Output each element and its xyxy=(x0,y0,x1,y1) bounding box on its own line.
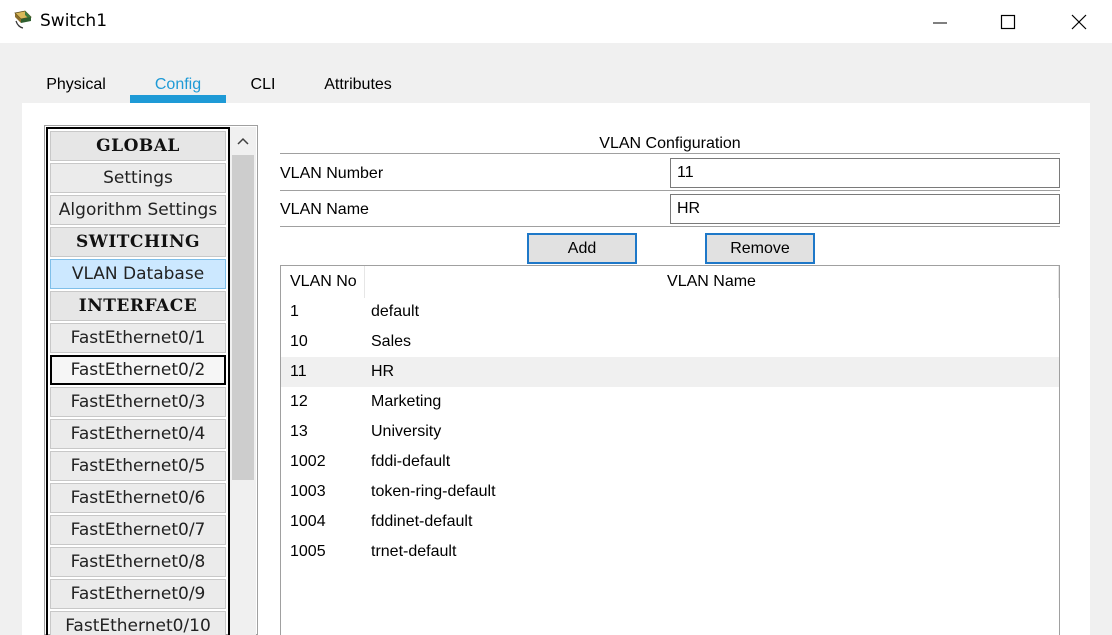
scroll-up-button[interactable] xyxy=(230,127,256,155)
vlan-no-cell: 10 xyxy=(290,333,308,350)
sidebar-item-fastethernet0-7[interactable]: FastEthernet0/7 xyxy=(50,515,226,545)
maximize-button[interactable] xyxy=(973,0,1043,43)
table-row[interactable]: 1002 fddi-default xyxy=(281,447,1059,477)
chevron-up-icon xyxy=(237,137,249,145)
window-title: Switch1 xyxy=(40,11,108,31)
sidebar-item-fastethernet0-8[interactable]: FastEthernet0/8 xyxy=(50,547,226,577)
sidebar-item-settings[interactable]: Settings xyxy=(50,163,226,193)
sidebar-item-fastethernet0-6[interactable]: FastEthernet0/6 xyxy=(50,483,226,513)
vlan-no-cell: 1003 xyxy=(290,483,326,500)
sidebar-header-switching[interactable]: SWITCHING xyxy=(50,227,226,257)
vlan-no-cell: 11 xyxy=(290,363,307,380)
sidebar-item-fastethernet0-4[interactable]: FastEthernet0/4 xyxy=(50,419,226,449)
vlan-no-cell: 1005 xyxy=(290,543,326,560)
table-row[interactable]: 13 University xyxy=(281,417,1059,447)
close-icon xyxy=(1071,14,1087,29)
sidebar-header-global[interactable]: GLOBAL xyxy=(50,131,226,161)
active-tab-indicator xyxy=(130,95,226,103)
table-row[interactable]: 1003 token-ring-default xyxy=(281,477,1059,507)
table-row[interactable]: 1005 trnet-default xyxy=(281,537,1059,567)
vlan-name-cell: default xyxy=(371,303,420,320)
table-row-selected[interactable]: 11 HR xyxy=(281,357,1059,387)
vlan-number-label: VLAN Number xyxy=(280,165,384,182)
vlan-number-input[interactable]: 11 xyxy=(670,158,1060,188)
tab-cli[interactable]: CLI xyxy=(240,66,286,103)
vlan-no-cell: 12 xyxy=(290,393,308,410)
vlan-table[interactable]: VLAN No VLAN Name 1 default 10 Sales 11 … xyxy=(280,265,1060,635)
vlan-no-cell: 1004 xyxy=(290,513,326,530)
sidebar-item-vlan-database[interactable]: VLAN Database xyxy=(50,259,226,289)
sidebar-item-fastethernet0-2[interactable]: FastEthernet0/2 xyxy=(50,355,226,385)
divider xyxy=(280,153,1060,154)
vlan-name-cell: Marketing xyxy=(371,393,442,410)
sidebar-item-fastethernet0-9[interactable]: FastEthernet0/9 xyxy=(50,579,226,609)
vlan-name-cell: fddi-default xyxy=(371,453,451,470)
table-row[interactable]: 1004 fddinet-default xyxy=(281,507,1059,537)
sidebar-item-fastethernet0-5[interactable]: FastEthernet0/5 xyxy=(50,451,226,481)
vlan-name-cell: token-ring-default xyxy=(371,483,496,500)
sidebar-item-fastethernet0-3[interactable]: FastEthernet0/3 xyxy=(50,387,226,417)
vlan-no-cell: 13 xyxy=(290,423,308,440)
vlan-name-input[interactable]: HR xyxy=(670,194,1060,224)
vlan-configuration-title: VLAN Configuration xyxy=(599,135,741,152)
add-button[interactable]: Add xyxy=(527,233,637,264)
divider xyxy=(280,226,1060,227)
sidebar-item-algorithm-settings[interactable]: Algorithm Settings xyxy=(50,195,226,225)
table-row[interactable]: 1 default xyxy=(281,297,1059,327)
vlan-name-cell: University xyxy=(371,423,442,440)
table-row[interactable]: 12 Marketing xyxy=(281,387,1059,417)
tab-attributes[interactable]: Attributes xyxy=(312,66,404,103)
divider xyxy=(280,190,1060,191)
table-row[interactable]: 10 Sales xyxy=(281,327,1059,357)
sidebar-item-fastethernet0-10[interactable]: FastEthernet0/10 xyxy=(50,611,226,635)
sidebar: GLOBAL Settings Algorithm Settings SWITC… xyxy=(46,127,230,635)
minimize-button[interactable] xyxy=(905,0,975,43)
vlan-name-cell: HR xyxy=(371,363,395,380)
vlan-name-cell: fddinet-default xyxy=(371,513,473,530)
minimize-icon xyxy=(933,22,947,23)
title-bar: Switch1 xyxy=(0,0,1112,43)
scrollbar-thumb[interactable] xyxy=(232,155,254,480)
vlan-no-cell: 1 xyxy=(290,303,299,320)
column-header-vlan-name[interactable]: VLAN Name xyxy=(365,266,1059,298)
vlan-no-cell: 1002 xyxy=(290,453,326,470)
close-button[interactable] xyxy=(1044,0,1112,43)
sidebar-item-fastethernet0-1[interactable]: FastEthernet0/1 xyxy=(50,323,226,353)
vlan-name-label: VLAN Name xyxy=(280,201,369,218)
sidebar-scrollbar[interactable] xyxy=(230,127,256,635)
maximize-icon xyxy=(1000,14,1016,29)
tab-physical[interactable]: Physical xyxy=(36,66,116,103)
remove-button[interactable]: Remove xyxy=(705,233,815,264)
column-header-vlan-no[interactable]: VLAN No xyxy=(281,266,365,298)
sidebar-header-interface[interactable]: INTERFACE xyxy=(50,291,226,321)
vlan-name-cell: Sales xyxy=(371,333,412,350)
switch-app-icon xyxy=(14,10,32,29)
vlan-name-cell: trnet-default xyxy=(371,543,457,560)
